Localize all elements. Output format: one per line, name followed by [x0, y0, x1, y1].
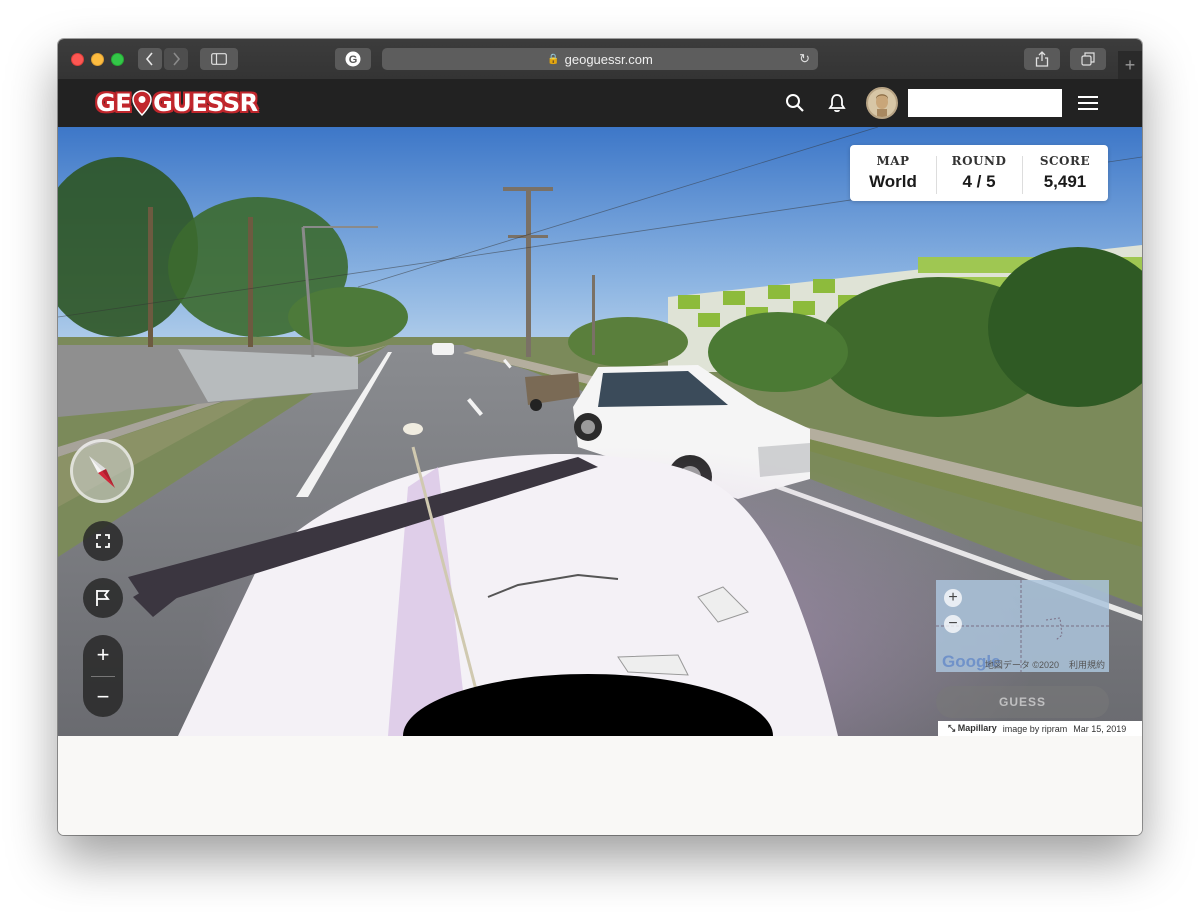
close-window-button[interactable] — [71, 53, 84, 66]
svg-text:G: G — [349, 54, 358, 66]
page-lower-area — [58, 736, 1142, 835]
browser-toolbar: G 🔒 geoguessr.com ↻ + — [58, 39, 1142, 80]
chevron-left-icon — [145, 52, 153, 66]
minimize-window-button[interactable] — [91, 53, 104, 66]
share-button[interactable] — [1024, 48, 1060, 70]
mapillary-logo[interactable]: ⤡ Mapillary — [948, 723, 997, 734]
terms-link[interactable]: 利用規約 — [1069, 658, 1105, 671]
round-label: ROUND — [951, 154, 1007, 168]
map-pin-icon — [132, 90, 152, 116]
street-view-panorama[interactable]: MAP World ROUND 4 / 5 SCORE 5,491 + − + … — [58, 127, 1142, 736]
back-button[interactable] — [138, 48, 162, 70]
avatar-face-icon — [876, 94, 888, 117]
address-bar[interactable]: 🔒 geoguessr.com ↻ — [382, 48, 818, 70]
score-value: 5,491 — [1043, 172, 1087, 191]
map-data-text: 地図データ ©2020 — [984, 660, 1059, 670]
bell-icon[interactable] — [826, 92, 848, 114]
chevron-right-icon — [173, 52, 181, 66]
geoguessr-favicon-icon: G — [345, 51, 361, 67]
minimap-attribution: 地図データ ©2020 利用規約 — [985, 658, 1105, 671]
compass[interactable] — [70, 439, 134, 503]
image-attribution: ⤡ Mapillary image by ripram Mar 15, 2019 — [938, 721, 1142, 736]
favicon-tab-button[interactable]: G — [335, 48, 371, 70]
round-stat: ROUND 4 / 5 — [936, 154, 1022, 194]
map-value: World — [869, 172, 917, 191]
fullscreen-button[interactable] — [83, 521, 123, 561]
site-header: GE GUESSR — [58, 79, 1142, 127]
zoom-out-button[interactable]: − — [83, 677, 123, 717]
minimap-zoom-out-button[interactable]: − — [944, 615, 962, 633]
guess-minimap[interactable]: + − Google 地図データ ©2020 利用規約 — [936, 580, 1109, 672]
forward-button[interactable] — [164, 48, 188, 70]
image-date: Mar 15, 2019 — [1073, 723, 1127, 734]
hamburger-menu-icon[interactable] — [1077, 92, 1099, 114]
user-avatar[interactable] — [866, 87, 898, 119]
compass-needle-icon — [89, 456, 115, 488]
zoom-controls: + − — [83, 635, 123, 717]
mapillary-icon: ⤡ — [948, 723, 956, 733]
fullscreen-icon — [96, 534, 110, 548]
map-stat: MAP World — [850, 154, 936, 192]
mapillary-label: Mapillary — [957, 723, 997, 733]
maximize-window-button[interactable] — [111, 53, 124, 66]
round-value: 4 / 5 — [962, 172, 996, 191]
map-label: MAP — [876, 154, 910, 168]
lock-icon: 🔒 — [547, 53, 560, 65]
return-to-start-button[interactable] — [83, 578, 123, 618]
game-status-panel: MAP World ROUND 4 / 5 SCORE 5,491 — [850, 145, 1108, 201]
url-text: geoguessr.com — [564, 51, 653, 67]
reload-icon[interactable]: ↻ — [799, 51, 810, 67]
image-credit[interactable]: image by ripram — [1003, 724, 1068, 734]
sidebar-icon — [211, 53, 227, 65]
sidebar-button[interactable] — [200, 48, 238, 70]
flag-icon — [96, 590, 110, 606]
geoguessr-logo[interactable]: GE GUESSR — [96, 89, 258, 117]
zoom-in-button[interactable]: + — [83, 635, 123, 675]
score-stat: SCORE 5,491 — [1022, 154, 1108, 194]
browser-window: G 🔒 geoguessr.com ↻ + GE GUESSR MAP Worl… — [58, 39, 1142, 835]
tabs-icon — [1081, 52, 1095, 66]
share-icon — [1035, 51, 1049, 67]
username-field[interactable] — [908, 89, 1062, 117]
logo-text-right: GUESSR — [153, 89, 258, 117]
score-label: SCORE — [1039, 154, 1091, 168]
new-tab-button[interactable]: + — [1118, 51, 1142, 79]
logo-text-left: GE — [96, 89, 132, 117]
minimap-zoom-in-button[interactable]: + — [944, 589, 962, 607]
guess-button[interactable]: GUESS — [936, 686, 1109, 718]
tab-overview-button[interactable] — [1070, 48, 1106, 70]
search-icon[interactable] — [784, 92, 806, 114]
